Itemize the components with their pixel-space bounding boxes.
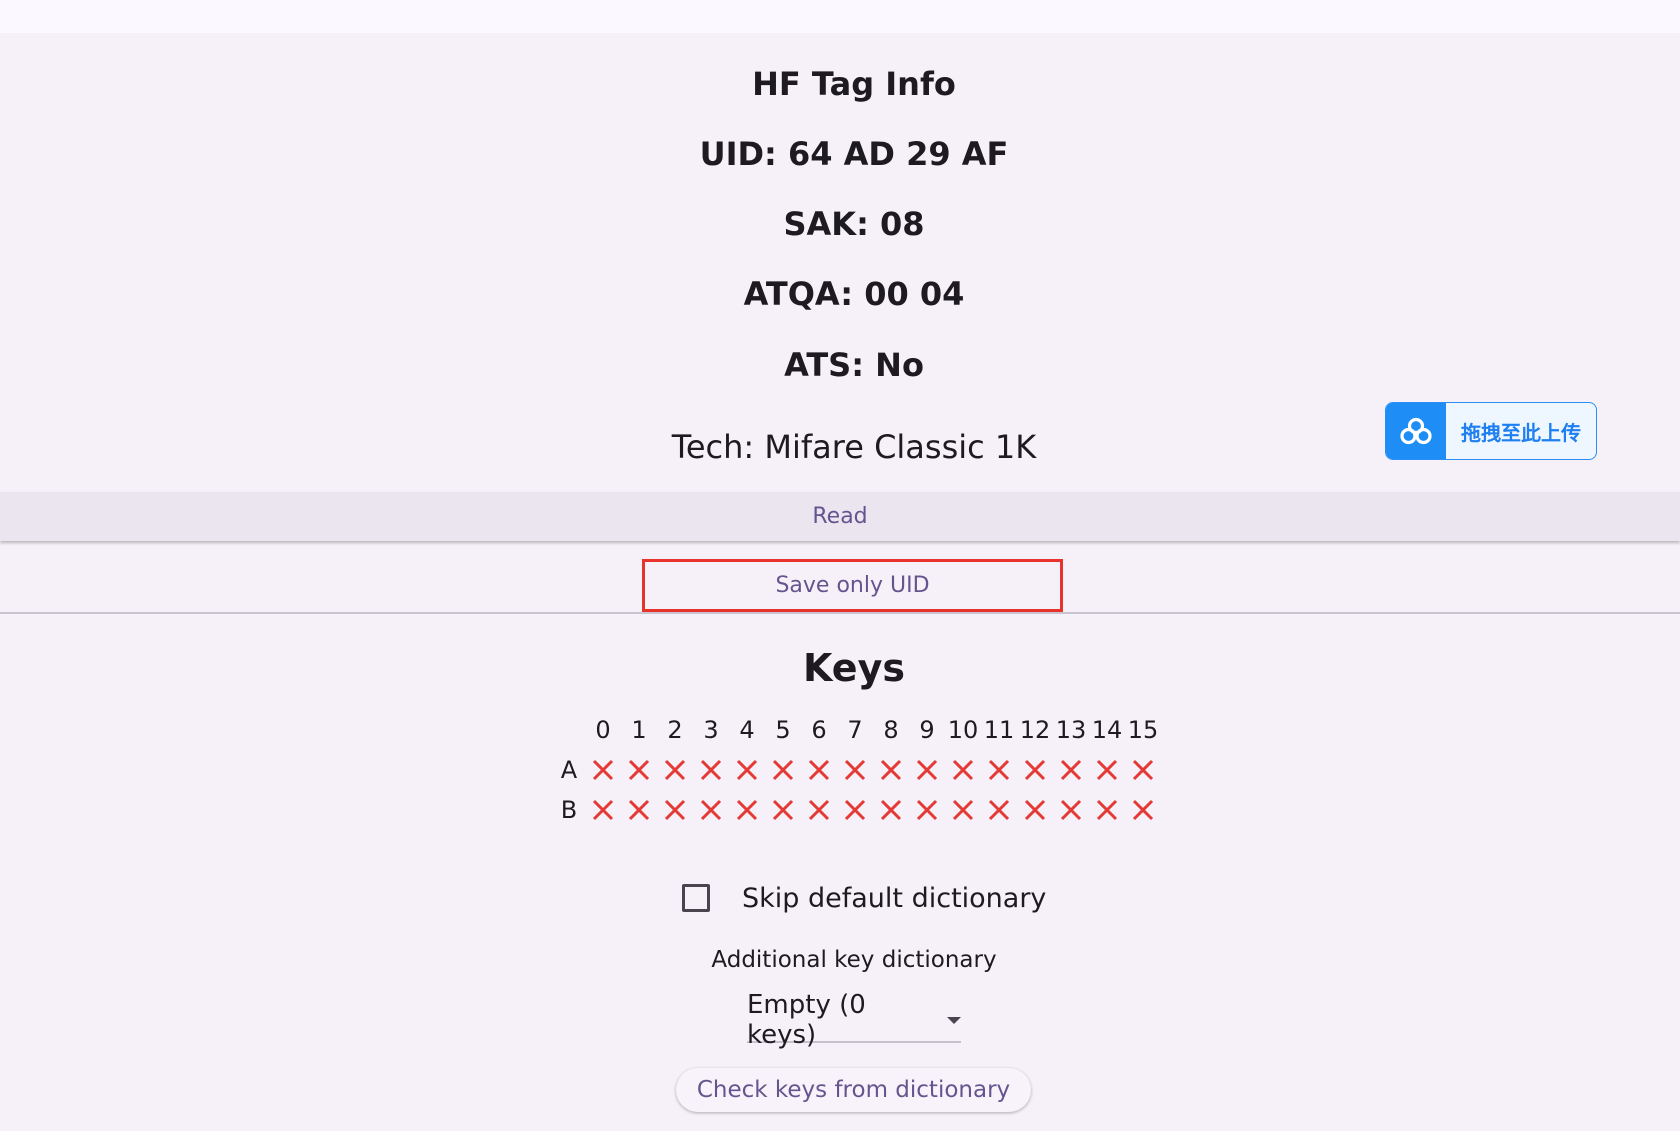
atqa-text: ATQA: 00 04: [743, 275, 965, 313]
cross-icon: [621, 750, 657, 790]
uid-text: UID: 64 AD 29 AF: [699, 135, 1009, 173]
sector-column-header: 11: [983, 716, 1015, 744]
cross-icon: [837, 750, 873, 790]
read-button[interactable]: Read: [0, 492, 1680, 541]
dictionary-select-value: Empty (0 keys): [747, 990, 866, 1050]
sector-column-header: 6: [811, 716, 827, 744]
cross-icon: [909, 750, 945, 790]
save-only-uid-button[interactable]: Save only UID: [642, 559, 1063, 612]
sector-column-header: 9: [919, 716, 935, 744]
sector-column-header: 14: [1091, 716, 1123, 744]
sector-column-header: 0: [595, 716, 611, 744]
cross-icon: [981, 750, 1017, 790]
sector-column-header: 12: [1019, 716, 1051, 744]
cross-icon: [1053, 750, 1089, 790]
cross-icon: [981, 790, 1017, 830]
cross-icon: [945, 790, 981, 830]
cross-icon: [729, 750, 765, 790]
key-row-a: A: [553, 750, 1161, 790]
cross-icon: [585, 750, 621, 790]
cross-icon: [945, 750, 981, 790]
sector-column-header: 4: [739, 716, 755, 744]
sector-column-header: 3: [703, 716, 719, 744]
cross-icon: [657, 790, 693, 830]
divider: [0, 612, 1680, 614]
cross-icon: [1089, 750, 1125, 790]
row-label-b: B: [560, 796, 578, 824]
cloud-icon: [1386, 403, 1446, 459]
cross-icon: [621, 790, 657, 830]
sector-column-header: 10: [947, 716, 979, 744]
cross-icon: [909, 790, 945, 830]
skip-default-checkbox[interactable]: [682, 884, 710, 912]
cross-icon: [1089, 790, 1125, 830]
cross-icon: [1017, 790, 1053, 830]
cross-icon: [765, 790, 801, 830]
cross-icon: [657, 750, 693, 790]
sector-column-header: 15: [1127, 716, 1159, 744]
keys-header-row: 0 1 2 3 4 5 6 7 8 9 10 11 12 13 14 15: [553, 710, 1161, 750]
skip-default-label: Skip default dictionary: [742, 882, 1047, 914]
ats-text: ATS: No: [784, 346, 924, 384]
upload-label: 拖拽至此上传: [1461, 420, 1581, 445]
page-title: HF Tag Info: [752, 65, 956, 103]
upload-widget[interactable]: 拖拽至此上传: [1385, 402, 1597, 460]
chevron-down-icon: [947, 1016, 961, 1024]
sector-column-header: 5: [775, 716, 791, 744]
cross-icon: [873, 750, 909, 790]
skip-default-dictionary-option[interactable]: Skip default dictionary: [682, 880, 1046, 916]
cross-icon: [1017, 750, 1053, 790]
keys-title: Keys: [803, 646, 905, 690]
additional-dictionary-label: Additional key dictionary: [711, 947, 997, 973]
cross-icon: [693, 790, 729, 830]
sector-column-header: 2: [667, 716, 683, 744]
cross-icon: [801, 750, 837, 790]
dictionary-select[interactable]: Empty (0 keys): [747, 990, 961, 1050]
cross-icon: [801, 790, 837, 830]
cross-icon: [1053, 790, 1089, 830]
sector-column-header: 8: [883, 716, 899, 744]
check-keys-button[interactable]: Check keys from dictionary: [676, 1068, 1031, 1112]
cross-icon: [693, 750, 729, 790]
cross-icon: [765, 750, 801, 790]
top-app-bar: [0, 0, 1680, 33]
sak-text: SAK: 08: [783, 205, 925, 243]
cross-icon: [729, 790, 765, 830]
sector-column-header: 7: [847, 716, 863, 744]
row-label-a: A: [560, 756, 578, 784]
cross-icon: [1125, 790, 1161, 830]
sector-column-header: 1: [631, 716, 647, 744]
key-row-b: B: [553, 790, 1161, 830]
cross-icon: [1125, 750, 1161, 790]
cross-icon: [837, 790, 873, 830]
cross-icon: [873, 790, 909, 830]
cross-icon: [585, 790, 621, 830]
keys-grid: 0 1 2 3 4 5 6 7 8 9 10 11 12 13 14 15 A B: [553, 710, 1161, 830]
sector-column-header: 13: [1055, 716, 1087, 744]
